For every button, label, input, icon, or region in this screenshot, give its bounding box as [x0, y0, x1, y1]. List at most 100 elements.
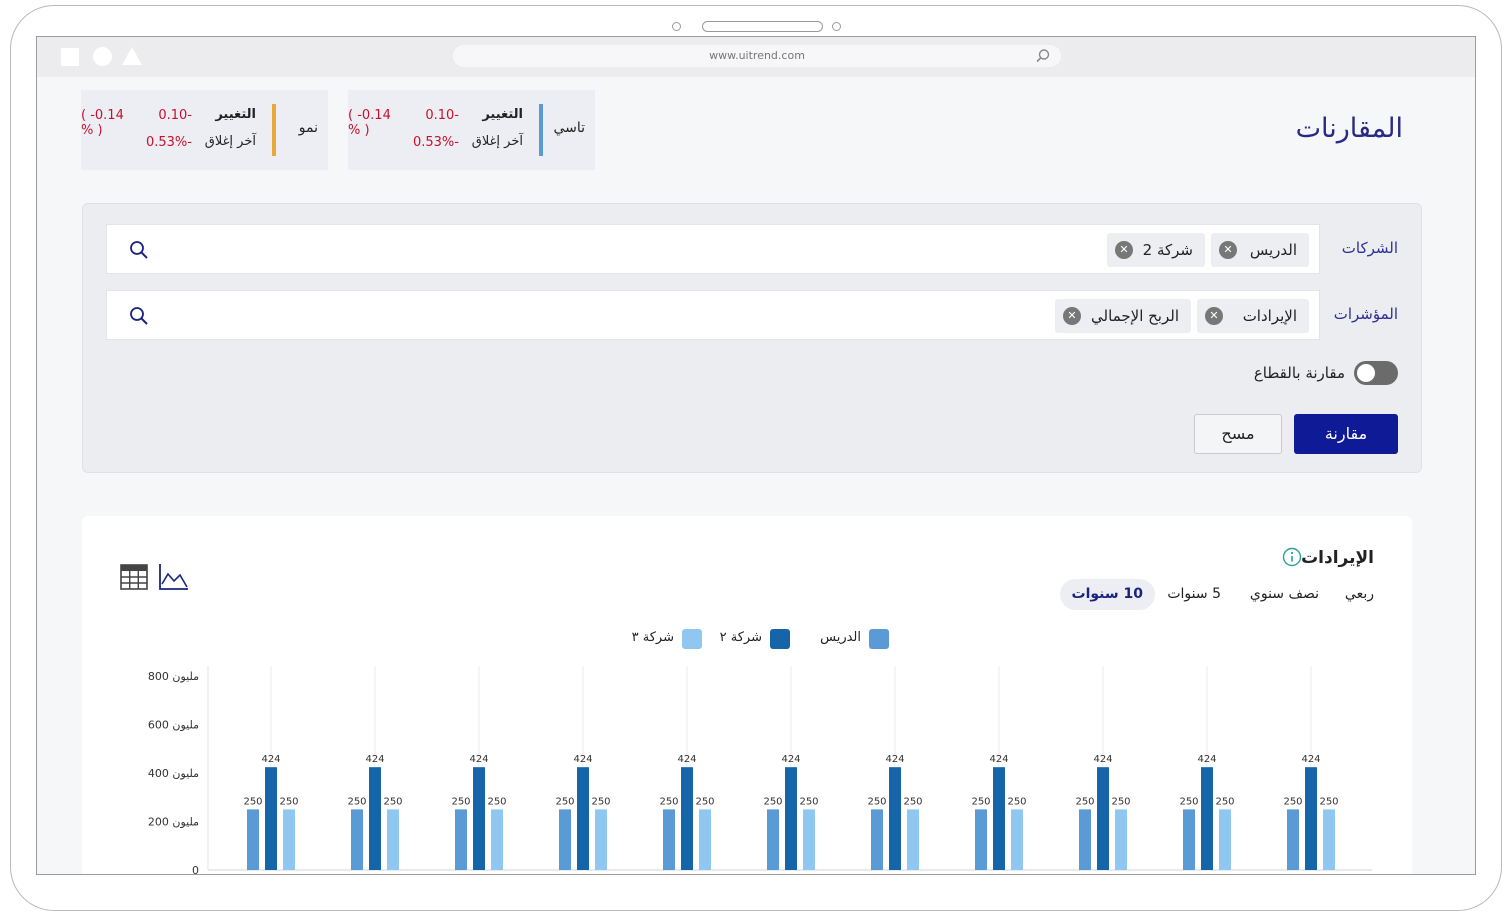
bar-value-label: 424 — [261, 754, 280, 765]
bar — [889, 767, 901, 870]
bar-value-label: 250 — [971, 796, 990, 807]
sector-compare-toggle[interactable] — [1354, 361, 1398, 385]
sector-compare-label: مقارنة بالقطاع — [1253, 364, 1345, 382]
legend-label: شركة ٢ — [719, 630, 762, 645]
chip-label: الدريس — [1249, 241, 1297, 259]
speaker-slot — [702, 21, 823, 32]
bar-value-label: 424 — [1301, 754, 1320, 765]
close-icon[interactable]: ✕ — [1205, 307, 1223, 325]
bar — [1219, 809, 1231, 870]
bar — [699, 809, 711, 870]
legend-label: الدريس — [820, 630, 861, 645]
chip-label: شركة 2 — [1142, 241, 1193, 259]
change-label: التغيير — [482, 107, 523, 122]
legend-label: شركة ٣ — [631, 630, 674, 645]
bar — [1201, 767, 1213, 870]
search-icon[interactable] — [129, 240, 149, 260]
camera-dot-left — [672, 22, 681, 31]
period-tab-5-years[interactable]: 5 سنوات — [1167, 579, 1221, 610]
search-icon[interactable] — [129, 306, 149, 326]
period-tab-10-years[interactable]: 10 سنوات — [1059, 579, 1155, 610]
info-icon[interactable] — [1282, 547, 1302, 567]
stock-card-tasi[interactable]: تاسي التغيير آخر إغلاق -0.10 ( -0.14 % )… — [348, 90, 595, 170]
triangle-icon — [122, 47, 142, 65]
close-icon[interactable]: ✕ — [1115, 241, 1133, 259]
table-view-icon[interactable] — [119, 562, 149, 592]
legend-item: الدريس — [799, 629, 889, 649]
bar — [803, 809, 815, 870]
search-icon[interactable] — [1035, 48, 1051, 64]
stock-name: تاسي — [553, 120, 585, 136]
browser-toolbar: www.uitrend.com — [37, 37, 1475, 77]
bar-value-label: 250 — [1283, 796, 1302, 807]
period-tab-quarterly[interactable]: ربعي — [1345, 579, 1374, 610]
y-tick-label: 0 — [192, 864, 199, 875]
indicator-chip[interactable]: الإيرادات ✕ — [1197, 299, 1309, 333]
bar-value-label: 250 — [591, 796, 610, 807]
y-tick-label: 200 مليون — [148, 816, 199, 829]
bar — [491, 809, 503, 870]
bar — [975, 809, 987, 870]
clear-button[interactable]: مسح — [1194, 414, 1282, 454]
page-title: المقارنات — [1295, 113, 1403, 144]
close-icon[interactable]: ✕ — [1063, 307, 1081, 325]
change-percent: ( -0.14 % ) — [348, 108, 391, 138]
bar — [559, 809, 571, 870]
indicator-chip[interactable]: الربح الإجمالي ✕ — [1055, 299, 1191, 333]
close-label: آخر إغلاق — [471, 134, 523, 149]
bar — [455, 809, 467, 870]
y-tick-label: 400 مليون — [148, 767, 199, 780]
address-bar[interactable]: www.uitrend.com — [453, 45, 1061, 67]
bar — [387, 809, 399, 870]
filter-panel: الشركات الدريس ✕ شركة 2 ✕ المؤشرات الإير… — [82, 203, 1422, 473]
close-icon[interactable]: ✕ — [1219, 241, 1237, 259]
revenue-bar-chart: 0 200 مليون 400 مليون 600 مليون 800 مليون 250… — [148, 666, 1372, 875]
bar-value-label: 424 — [677, 754, 696, 765]
bar-value-label: 250 — [383, 796, 402, 807]
change-label: التغيير — [215, 107, 256, 122]
bar — [1183, 809, 1195, 870]
bar — [767, 809, 779, 870]
bar — [681, 767, 693, 870]
bar-value-label: 250 — [555, 796, 574, 807]
bar-value-label: 250 — [1215, 796, 1234, 807]
bar-value-label: 250 — [867, 796, 886, 807]
bar-value-label: 250 — [1319, 796, 1338, 807]
legend-item: شركة ٢ — [710, 629, 790, 649]
companies-search-field[interactable]: الدريس ✕ شركة 2 ✕ — [106, 224, 1320, 274]
bar-value-label: 250 — [487, 796, 506, 807]
bar — [351, 809, 363, 870]
stock-card-nomu[interactable]: نمو التغيير آخر إغلاق -0.10 ( -0.14 % ) … — [81, 90, 328, 170]
line-chart-view-icon[interactable] — [158, 562, 190, 592]
bar-value-label: 424 — [1197, 754, 1216, 765]
bar-value-label: 250 — [799, 796, 818, 807]
browser-screen: www.uitrend.com تاسي التغيير آخر إغلاق -… — [36, 36, 1476, 875]
legend-swatch — [682, 629, 702, 649]
compare-button[interactable]: مقارنة — [1294, 414, 1398, 454]
bar — [1323, 809, 1335, 870]
bar-value-label: 250 — [1075, 796, 1094, 807]
bar-value-label: 424 — [365, 754, 384, 765]
bar-value-label: 250 — [279, 796, 298, 807]
revenue-chart-card: الإيرادات ربعي نصف سنوي 5 سنوات 10 سنوات… — [82, 516, 1412, 875]
y-tick-label: 600 مليون — [148, 719, 199, 732]
bar-value-label: 250 — [1179, 796, 1198, 807]
indicators-label: المؤشرات — [1333, 305, 1398, 323]
change-value: -0.10 — [425, 108, 459, 123]
company-chip[interactable]: الدريس ✕ — [1211, 233, 1309, 267]
period-tab-half-yearly[interactable]: نصف سنوي — [1250, 579, 1319, 610]
bar-value-label: 250 — [347, 796, 366, 807]
bar — [369, 767, 381, 870]
bar — [473, 767, 485, 870]
legend-swatch — [869, 629, 889, 649]
y-tick-label: 800 مليون — [148, 670, 199, 683]
bar — [265, 767, 277, 870]
change-value: -0.10 — [158, 108, 192, 123]
change-percent: ( -0.14 % ) — [81, 108, 124, 138]
toggle-knob — [1357, 364, 1375, 382]
indicators-search-field[interactable]: الإيرادات ✕ الربح الإجمالي ✕ — [106, 290, 1320, 340]
bar — [1305, 767, 1317, 870]
bar-value-label: 424 — [573, 754, 592, 765]
company-chip[interactable]: شركة 2 ✕ — [1107, 233, 1205, 267]
bar-value-label: 424 — [1093, 754, 1112, 765]
